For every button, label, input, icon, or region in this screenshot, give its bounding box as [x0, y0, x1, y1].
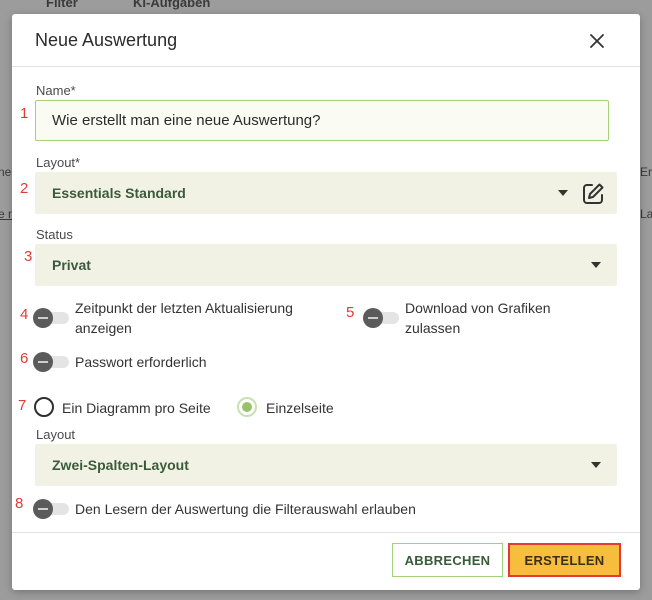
step-marker-1: 1 [20, 105, 29, 122]
password-required-label: Passwort erforderlich [75, 354, 207, 370]
step-marker-2: 2 [20, 180, 29, 197]
step-marker-8: 8 [15, 495, 24, 512]
step-marker-5: 5 [346, 304, 355, 321]
background-edge-text: La [640, 207, 652, 221]
step-marker-4: 4 [20, 306, 29, 323]
status-select[interactable]: Privat [35, 244, 617, 286]
toggle-knob [363, 308, 383, 328]
toggle-knob [33, 352, 53, 372]
dialog-header: Neue Auswertung [12, 14, 640, 67]
page-layout-label: Layout [36, 427, 76, 442]
edit-icon [583, 183, 604, 204]
radio-single-page[interactable] [237, 397, 257, 417]
chevron-down-icon [591, 262, 601, 268]
password-required-toggle[interactable] [33, 352, 71, 372]
toggle-knob [33, 499, 53, 519]
radio-one-chart-per-page-label: Ein Diagramm pro Seite [62, 400, 211, 416]
background-edge-text: ne [0, 165, 12, 179]
step-marker-7: 7 [18, 397, 27, 414]
download-graphics-toggle[interactable] [363, 308, 401, 328]
download-graphics-label-line2: zulassen [405, 320, 461, 336]
close-icon [590, 34, 604, 48]
page-layout-select[interactable]: Zwei-Spalten-Layout [35, 444, 617, 486]
background-tab-ki-aufgaben: KI-Aufgaben [133, 0, 211, 10]
page-layout-select-value: Zwei-Spalten-Layout [52, 457, 189, 473]
reader-filter-toggle[interactable] [33, 499, 71, 519]
status-label: Status [36, 227, 73, 242]
toggle-knob [33, 308, 53, 328]
close-button[interactable] [584, 28, 610, 54]
step-marker-6: 6 [20, 350, 29, 367]
reader-filter-label: Den Lesern der Auswertung die Filterausw… [75, 501, 416, 517]
dialog-title: Neue Auswertung [35, 30, 178, 50]
edit-layout-button[interactable] [580, 181, 606, 207]
create-button[interactable]: ERSTELLEN [508, 543, 621, 577]
radio-one-chart-per-page[interactable] [34, 397, 54, 417]
step-marker-3: 3 [24, 248, 33, 265]
layout-label: Layout* [36, 155, 81, 170]
last-update-label-line2: anzeigen [75, 320, 132, 336]
last-update-toggle[interactable] [33, 308, 71, 328]
dialog-footer: ABBRECHEN ERSTELLEN [12, 532, 640, 590]
name-label: Name* [36, 83, 76, 98]
cancel-button[interactable]: ABBRECHEN [392, 543, 503, 577]
background-tab-bar: Filter KI-Aufgaben [0, 0, 652, 14]
status-select-value: Privat [52, 257, 91, 273]
chevron-down-icon [591, 462, 601, 468]
layout-select[interactable]: Essentials Standard [35, 172, 617, 214]
download-graphics-label-line1: Download von Grafiken [405, 300, 551, 316]
background-edge-text: Ers [640, 165, 652, 179]
last-update-label-line1: Zeitpunkt der letzten Aktualisierung [75, 300, 293, 316]
name-input[interactable] [35, 100, 609, 141]
chevron-down-icon [558, 190, 568, 196]
background-tab-filter: Filter [46, 0, 78, 10]
new-report-dialog: Neue Auswertung Name* 1 Layout* 2 Essent… [12, 14, 640, 590]
radio-single-page-label: Einzelseite [266, 400, 334, 416]
layout-select-value: Essentials Standard [52, 185, 186, 201]
